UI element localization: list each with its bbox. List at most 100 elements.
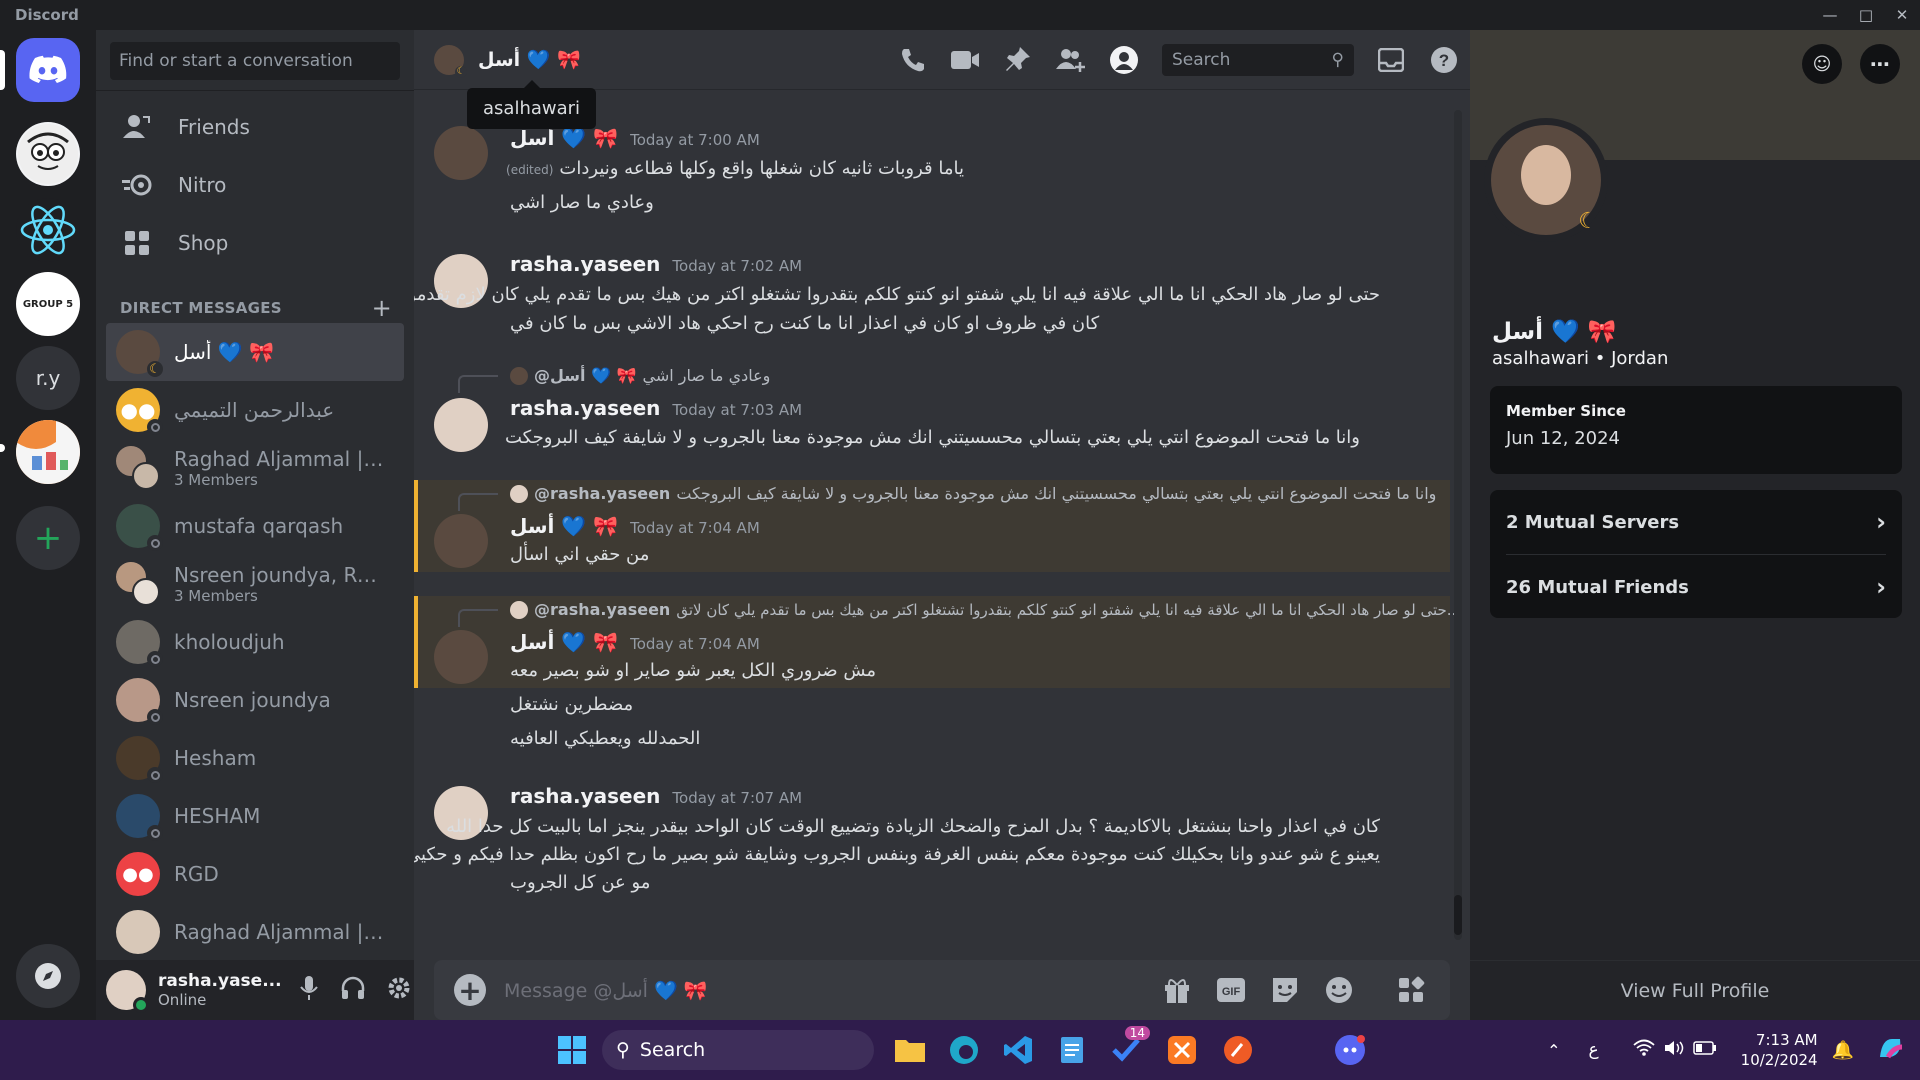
server-icon-react[interactable] [16,198,80,262]
discover-button[interactable] [16,944,80,1008]
scroll-thumb[interactable] [1454,895,1462,935]
clock[interactable]: 7:13 AM 10/2/2024 [1741,1030,1818,1070]
maximize-icon[interactable]: □ [1848,0,1884,30]
battery-icon[interactable] [1692,1040,1717,1060]
microphone-icon[interactable] [298,975,320,1005]
minimize-icon[interactable]: — [1812,0,1848,30]
dm-item-group-nsreen[interactable]: Nsreen joundya, Ragh...3 Members [106,555,404,613]
dm-item-mustafa[interactable]: mustafa qarqash [106,497,404,555]
chevron-up-icon[interactable]: ⌃ [1547,1041,1560,1060]
xampp-icon[interactable] [1162,1030,1202,1070]
notifications-bell-icon[interactable]: 🔔 [1832,1040,1854,1061]
avatar[interactable] [434,630,488,684]
nav-friends[interactable]: Friends [106,99,404,155]
avatar[interactable] [434,398,488,452]
reply-text: حتى لو صار هاد الحكي انا ما الي علاقة في… [676,600,1454,619]
todo-icon[interactable]: 14 [1106,1026,1150,1070]
gift-icon[interactable] [1150,976,1204,1004]
dm-item-hesham-2[interactable]: HESHAM [106,787,404,845]
edge-browser-icon[interactable] [944,1030,984,1070]
gif-icon[interactable]: GIF [1204,977,1258,1003]
title-bar: Discord — □ ✕ [0,0,1920,30]
message-author[interactable]: rasha.yaseen [510,784,660,808]
dm-search-input[interactable]: Find or start a conversation [110,42,400,80]
dm-name: عبدالرحمن التميمي [174,398,335,422]
message-author[interactable]: أسل 💙 🎀 [510,126,618,150]
view-full-profile-button[interactable]: View Full Profile [1470,960,1920,1020]
help-icon[interactable]: ? [1417,46,1470,74]
dm-item-nsreen[interactable]: Nsreen joundya [106,671,404,729]
input-language[interactable]: ع [1589,1040,1599,1060]
server-icon-cartoon[interactable] [16,122,80,186]
profile-avatar[interactable]: ☾ [1484,118,1608,242]
pin-icon[interactable] [991,46,1044,74]
file-explorer-icon[interactable] [890,1030,930,1070]
taskbar-search[interactable]: ⚲ Search [602,1030,874,1070]
wifi-icon[interactable] [1633,1039,1655,1061]
mutual-servers-button[interactable]: 2 Mutual Servers › [1490,490,1902,554]
mutual-friends-button[interactable]: 26 Mutual Friends › [1490,555,1902,619]
dm-name: mustafa qarqash [174,514,344,538]
notepad-icon[interactable] [1052,1030,1092,1070]
nav-nitro[interactable]: Nitro [106,157,404,213]
avatar [116,620,163,667]
settings-gear-icon[interactable] [386,975,412,1005]
reply-preview[interactable]: @أسل 💙 🎀 وعادي ما صار اشي [458,366,770,393]
create-dm-button[interactable]: + [372,294,392,322]
attach-plus-button[interactable]: + [454,974,486,1007]
header-search-input[interactable]: Search ⚲ [1162,44,1354,76]
voice-call-icon[interactable] [885,46,938,74]
start-button[interactable] [552,1030,592,1070]
volume-icon[interactable] [1663,1039,1685,1061]
user-status: Online [158,991,207,1009]
shop-icon [120,230,154,256]
add-server-button[interactable]: + [16,506,80,570]
dm-members: 3 Members [174,471,258,489]
avatar[interactable] [434,514,488,568]
discord-taskbar-icon[interactable] [1330,1030,1370,1070]
video-call-icon[interactable] [938,49,991,71]
recipient-name[interactable]: أسل 💙 🎀 [478,48,581,71]
user-avatar[interactable] [106,970,149,1013]
message-author[interactable]: أسل 💙 🎀 [510,514,618,538]
message-author[interactable]: rasha.yaseen [510,396,660,420]
server-icon-group5[interactable]: GROUP 5 [16,272,80,336]
home-button[interactable] [16,38,80,102]
user-profile-toggle-icon[interactable] [1097,45,1150,75]
dm-item-asal[interactable]: ☾ أسل 💙 🎀 [106,323,404,381]
copilot-icon[interactable] [1876,1033,1906,1067]
chat-scrollbar[interactable] [1454,110,1462,940]
dm-item-kholoud[interactable]: kholoudjuh [106,613,404,671]
avatar[interactable] [434,126,488,180]
message-input[interactable]: Message @أسل 💙 🎀 [504,979,1150,1002]
apps-icon[interactable] [1384,976,1438,1004]
add-friends-icon[interactable] [1044,47,1097,73]
dm-item-hesham[interactable]: Hesham [106,729,404,787]
reply-preview[interactable]: @rasha.yaseen حتى لو صار هاد الحكي انا ما… [458,600,1454,627]
recipient-avatar[interactable]: ☾ [434,44,467,78]
sticker-icon[interactable] [1258,976,1312,1004]
message-author[interactable]: أسل 💙 🎀 [510,630,618,654]
dm-item-rgd[interactable]: ●● RGD [106,845,404,903]
postman-icon[interactable] [1218,1030,1258,1070]
react-logo-icon [20,205,76,255]
message: rasha.yaseen Today at 7:07 AM كان في اعذا… [414,784,1450,904]
more-options-button[interactable]: ⋯ [1860,44,1900,84]
dm-item-group-raghad[interactable]: Raghad Aljammal | Jo... 3 Members [106,439,404,497]
message-line: من حقي اني اسأل [510,544,650,565]
reply-preview[interactable]: @rasha.yaseen وانا ما فتحت الموضوع انتي ي… [458,484,1436,511]
close-icon[interactable]: ✕ [1884,0,1920,30]
dm-item-raghad[interactable]: Raghad Aljammal | Jo... [106,903,404,961]
vscode-icon[interactable] [998,1030,1038,1070]
server-icon-coding[interactable] [16,420,80,484]
add-friend-button[interactable]: ☺ [1802,44,1842,84]
nav-shop[interactable]: Shop [106,215,404,271]
message-author[interactable]: rasha.yaseen [510,252,660,276]
headphones-icon[interactable] [340,975,366,1005]
plus-icon: + [33,518,63,558]
dm-item-abdulrahman[interactable]: ●● عبدالرحمن التميمي [106,381,404,439]
nitro-icon [120,174,154,196]
server-icon-ry[interactable]: r.y [16,346,80,410]
emoji-icon[interactable] [1312,976,1366,1004]
inbox-icon[interactable] [1364,48,1417,72]
